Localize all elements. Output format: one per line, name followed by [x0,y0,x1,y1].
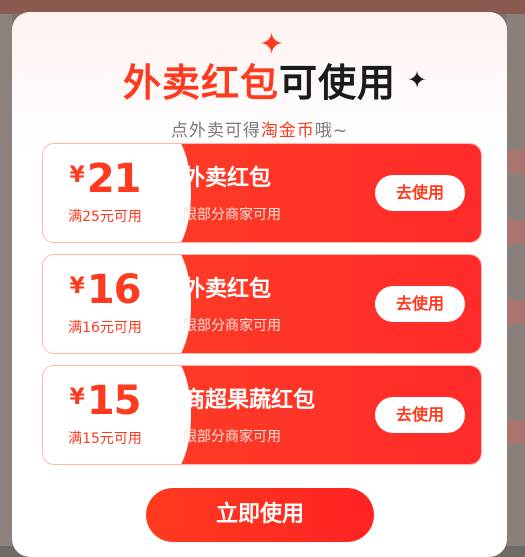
use-now-button[interactable]: 立即使用 [146,488,374,542]
currency-symbol: ¥ [69,163,85,188]
coupon-info-panel: 外卖红包 限部分商家可用 去使用 [143,255,481,353]
background-right-edge [507,14,525,546]
coupon-modal: 外卖红包可使用 ✦ ✦ 点外卖可得淘金币哦~ ¥21 满25元可用 外卖红包 限… [12,12,507,557]
background-right-chip [507,220,525,244]
sparkle-icon: ✦ [259,27,285,62]
coupon-info-panel: 外卖红包 限部分商家可用 去使用 [143,144,481,242]
coupon-description: 限部分商家可用 [183,318,281,334]
background-left-edge [0,14,12,546]
coupon-title: 外卖红包 [183,277,272,302]
coupon-title: 外卖红包 [183,166,272,191]
coupon-description: 限部分商家可用 [183,429,281,445]
use-coupon-button[interactable]: 去使用 [375,175,465,211]
currency-symbol: ¥ [69,274,85,299]
modal-title-black: 可使用 [279,61,397,105]
subtitle-suffix: 哦~ [314,121,349,141]
coupon-description: 限部分商家可用 [183,207,281,223]
coupon-info-panel: 商超果蔬红包 限部分商家可用 去使用 [143,366,481,464]
currency-symbol: ¥ [69,385,85,410]
background-right-chip [507,150,525,174]
coupon-value: 15 [86,378,142,424]
coupon-value: 21 [86,156,142,202]
modal-subtitle: 点外卖可得淘金币哦~ [12,116,507,141]
subtitle-highlight: 淘金币 [260,121,315,141]
coupon-card: ¥15 满15元可用 商超果蔬红包 限部分商家可用 去使用 [42,365,482,465]
use-coupon-button[interactable]: 去使用 [375,286,465,322]
coupon-card: ¥16 满16元可用 外卖红包 限部分商家可用 去使用 [42,254,482,354]
background-right-chip [507,420,525,444]
modal-title-red: 外卖红包 [122,61,279,105]
subtitle-prefix: 点外卖可得 [170,121,261,141]
background-right-chip [507,300,525,324]
coupon-title: 商超果蔬红包 [183,388,316,413]
sparkle-icon: ✦ [407,66,428,94]
coupon-card: ¥21 满25元可用 外卖红包 限部分商家可用 去使用 [42,143,482,243]
use-coupon-button[interactable]: 去使用 [375,397,465,433]
coupon-value: 16 [86,267,142,313]
